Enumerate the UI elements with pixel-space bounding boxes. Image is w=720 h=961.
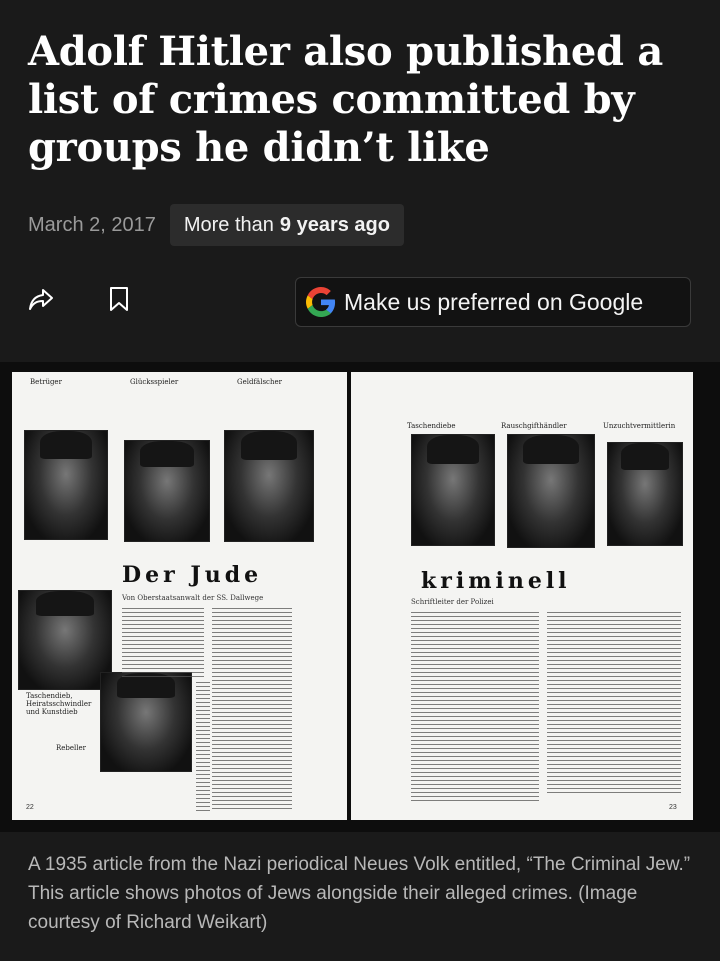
scan-text-column [212, 608, 292, 812]
portrait [224, 430, 314, 542]
scan-label: Glücksspieler [130, 378, 179, 386]
scan-text-column [122, 608, 204, 678]
scan-caption: Taschendieb, Heiratsschwindler und Kunst… [26, 692, 92, 716]
scan-label: Geldfälscher [237, 378, 282, 386]
scan-caption: Rebeller [56, 744, 87, 752]
portrait [507, 434, 595, 548]
portrait [24, 430, 108, 540]
scan-text-column [196, 682, 210, 812]
portrait [18, 590, 112, 690]
age-value: 9 years ago [279, 213, 390, 236]
scan-label: Betrüger [30, 378, 62, 386]
google-preferred-button[interactable]: Make us preferred on Google [295, 277, 691, 327]
age-prefix: More than [183, 213, 274, 236]
scan-label: Taschendiebe [407, 422, 456, 430]
scan-label: Rauschgifthändler [501, 422, 567, 430]
article-headline: Adolf Hitler also published a list of cr… [28, 28, 663, 171]
scan-text-column [411, 612, 539, 802]
scan-right-page: Taschendiebe Rauschgifthändler Unzuchtve… [351, 372, 693, 820]
scan-title: Der Jude [122, 562, 263, 588]
scan-left-page: Betrüger Glücksspieler Geldfälscher Der … [12, 372, 347, 820]
portrait [411, 434, 495, 546]
article-age-badge: More than 9 years ago [169, 204, 404, 246]
article-photo: Betrüger Glücksspieler Geldfälscher Der … [0, 362, 720, 832]
scan-page-number: 23 [669, 804, 677, 811]
bookmark-icon[interactable] [108, 286, 130, 312]
scan-page-number: 22 [26, 804, 34, 811]
article-meta: March 2, 2017 More than 9 years ago [28, 204, 404, 246]
portrait [100, 672, 192, 772]
photo-caption: A 1935 article from the Nazi periodical … [28, 854, 691, 933]
scan-byline: Schriftleiter der Polizei [411, 598, 494, 606]
scan-byline: Von Oberstaatsanwalt der SS. Dallwege [122, 594, 264, 602]
google-button-label: Make us preferred on Google [344, 288, 644, 315]
publish-date: March 2, 2017 [28, 213, 156, 236]
share-icon[interactable] [28, 286, 54, 312]
scan-text-column [547, 612, 681, 796]
scan-label: Unzuchtvermittlerin [603, 422, 676, 430]
google-g-icon [306, 287, 336, 317]
portrait [607, 442, 683, 546]
portrait [124, 440, 210, 542]
scan-title: kriminell [421, 568, 571, 594]
